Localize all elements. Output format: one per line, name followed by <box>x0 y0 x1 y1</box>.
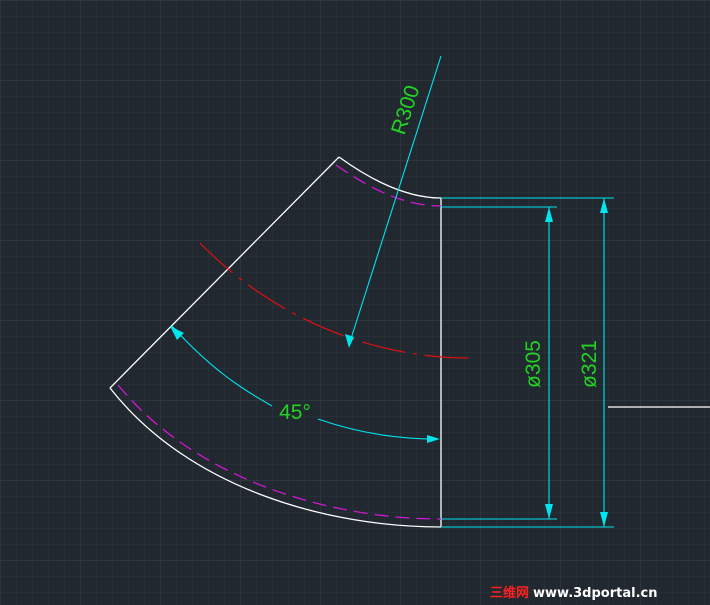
cad-drawing-canvas[interactable]: R300 45° ø305 ø321 三维网 www.3dportal.cn <box>0 0 710 605</box>
watermark-url: www.3dportal.cn <box>533 586 657 601</box>
watermark-cn: 三维网 <box>490 585 529 601</box>
outer-diameter-label: ø321 <box>578 340 601 388</box>
angle-label: 45° <box>279 401 311 424</box>
watermark: 三维网 www.3dportal.cn <box>490 585 657 601</box>
inner-diameter-label: ø305 <box>522 340 545 388</box>
